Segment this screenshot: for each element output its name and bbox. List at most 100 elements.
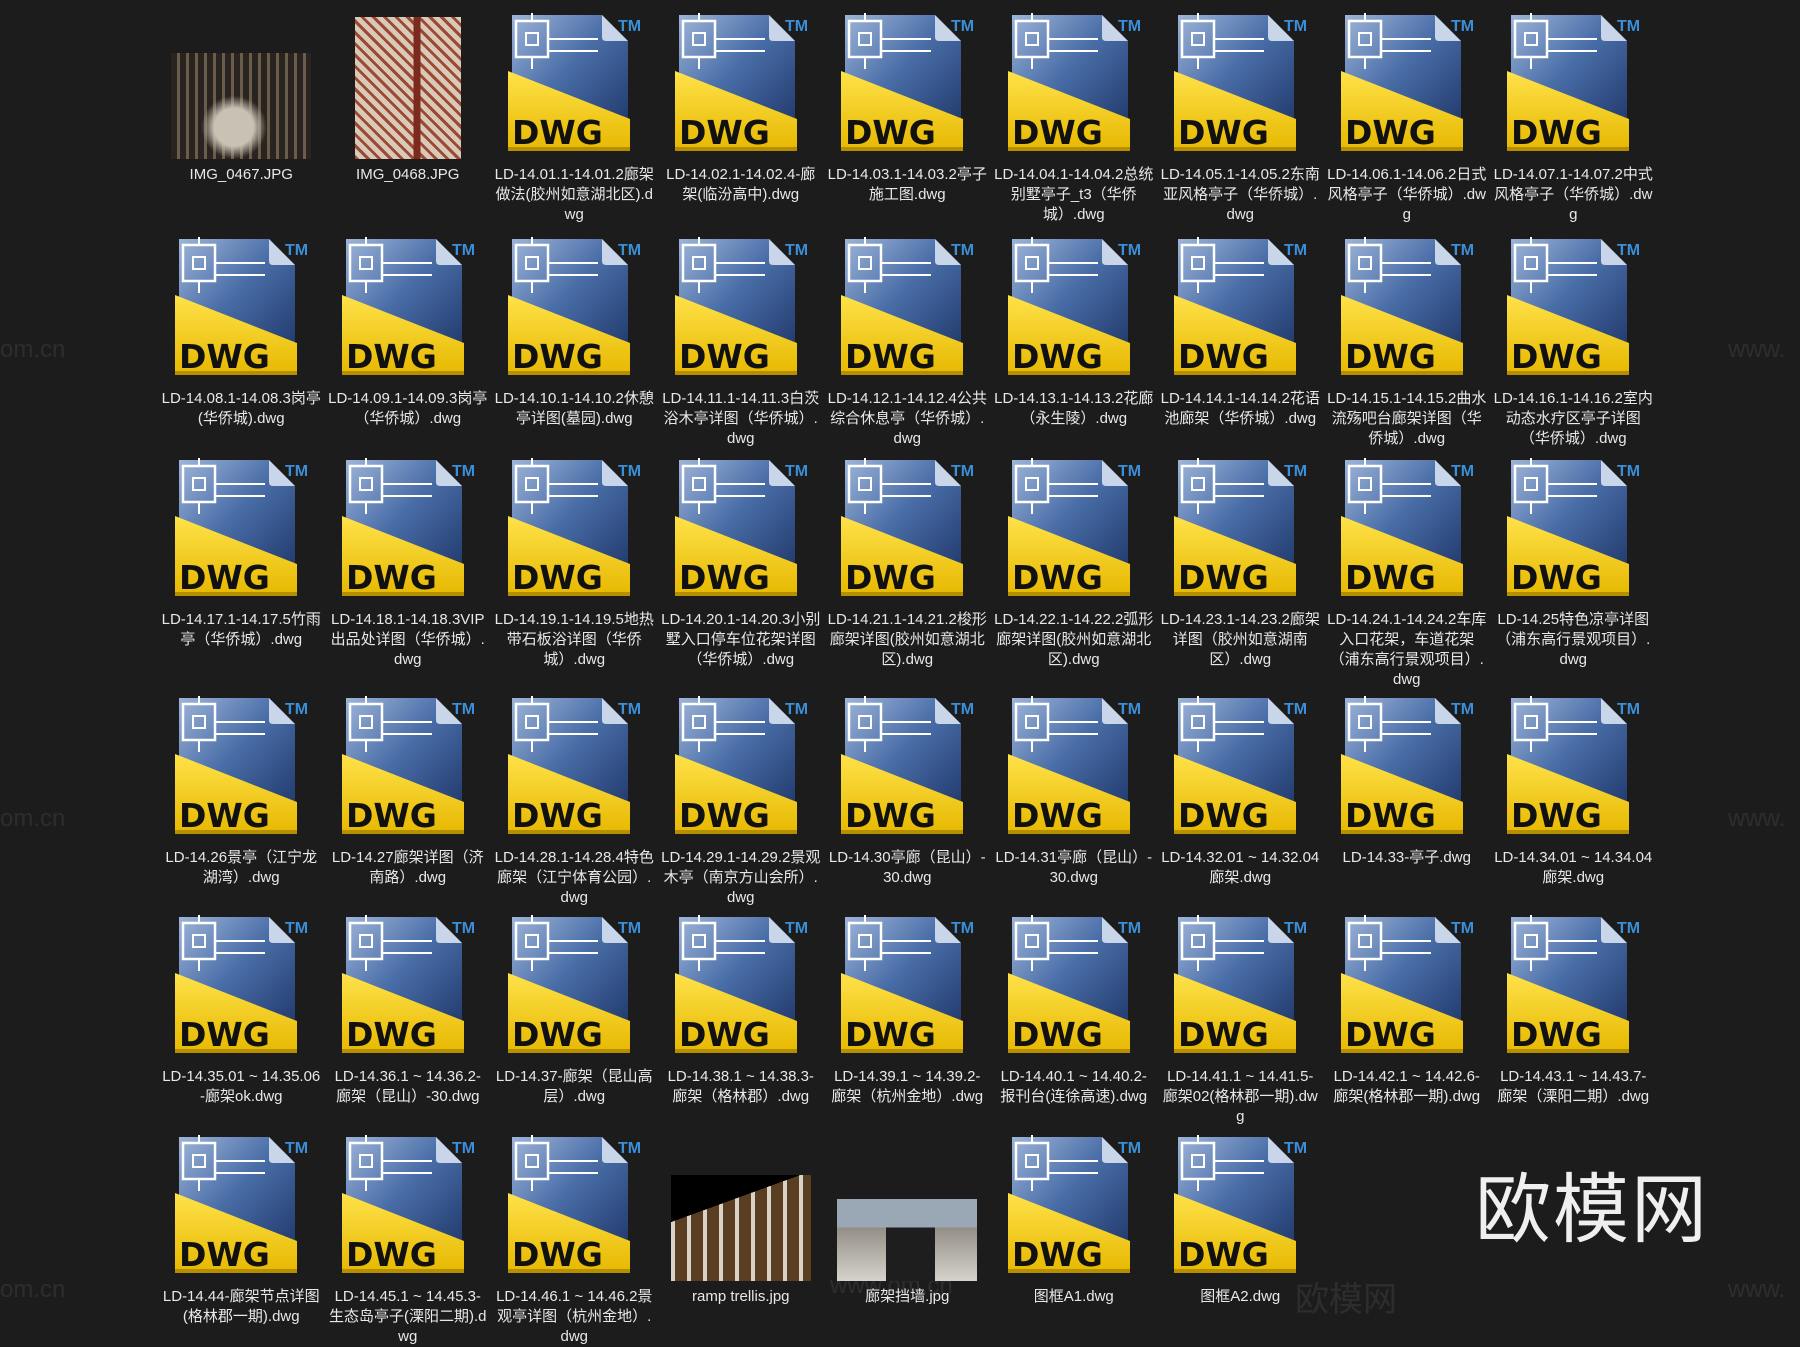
file-name-label[interactable]: LD-14.02.1-14.02.4-廊架(临汾高中).dwg (661, 165, 821, 205)
file-thumbnail[interactable]: TM DWG (504, 11, 644, 161)
dwg-file-item[interactable]: TM DWG LD-14.45.1 ~ 14.45.3-生态岛亭子(溧阳二期).… (325, 1133, 492, 1347)
dwg-file-item[interactable]: TM DWG LD-14.26景亭（江宁龙湖湾）.dwg (158, 694, 325, 913)
file-name-label[interactable]: LD-14.25特色凉亭详图（浦东高行景观项目）.dwg (1493, 610, 1653, 670)
file-thumbnail[interactable]: TM DWG (1004, 1133, 1144, 1283)
file-name-label[interactable]: LD-14.08.1-14.08.3岗亭(华侨城).dwg (161, 389, 321, 429)
dwg-file-item[interactable]: TM DWG 图框A1.dwg (991, 1133, 1158, 1347)
dwg-file-item[interactable]: TM DWG LD-14.18.1-14.18.3VIP出品处详图（华侨城）.d… (325, 456, 492, 694)
file-thumbnail[interactable]: TM DWG (1503, 913, 1643, 1063)
file-thumbnail[interactable]: TM DWG (338, 235, 478, 385)
file-thumbnail[interactable]: TM DWG (671, 456, 811, 606)
file-name-label[interactable]: LD-14.40.1 ~ 14.40.2-报刊台(连徐高速).dwg (994, 1067, 1154, 1107)
file-name-label[interactable]: LD-14.12.1-14.12.4公共综合休息亭（华侨城）.dwg (827, 389, 987, 449)
file-thumbnail[interactable]: TM DWG (1337, 694, 1477, 844)
file-name-label[interactable]: LD-14.22.1-14.22.2弧形廊架详图(胶州如意湖北区).dwg (994, 610, 1154, 670)
file-name-label[interactable]: LD-14.26景亭（江宁龙湖湾）.dwg (161, 848, 321, 888)
image-preview[interactable] (837, 1199, 978, 1281)
file-name-label[interactable]: 图框A2.dwg (1160, 1287, 1320, 1307)
file-name-label[interactable]: 图框A1.dwg (994, 1287, 1154, 1307)
file-thumbnail[interactable] (171, 11, 312, 161)
file-name-label[interactable]: LD-14.32.01 ~ 14.32.04廊架.dwg (1160, 848, 1320, 888)
file-name-label[interactable]: LD-14.29.1-14.29.2景观木亭（南京方山会所）.dwg (661, 848, 821, 908)
dwg-file-item[interactable]: TM DWG LD-14.29.1-14.29.2景观木亭（南京方山会所）.dw… (658, 694, 825, 913)
dwg-file-item[interactable]: TM DWG LD-14.14.1-14.14.2花语池廊架（华侨城）.dwg (1157, 235, 1324, 456)
file-thumbnail[interactable] (338, 11, 478, 161)
file-thumbnail[interactable]: TM DWG (1503, 11, 1643, 161)
file-name-label[interactable]: LD-14.17.1-14.17.5竹雨亭（华侨城）.dwg (161, 610, 321, 650)
file-name-label[interactable]: LD-14.31亭廊（昆山）-30.dwg (994, 848, 1154, 888)
file-name-label[interactable]: IMG_0468.JPG (328, 165, 488, 185)
file-thumbnail[interactable]: TM DWG (1004, 694, 1144, 844)
dwg-file-item[interactable]: TM DWG LD-14.36.1 ~ 14.36.2-廊架（昆山）-30.dw… (325, 913, 492, 1133)
dwg-file-item[interactable]: TM DWG LD-14.33-亭子.dwg (1324, 694, 1491, 913)
dwg-file-item[interactable]: TM DWG LD-14.37-廊架（昆山高层）.dwg (491, 913, 658, 1133)
dwg-file-item[interactable]: TM DWG LD-14.02.1-14.02.4-廊架(临汾高中).dwg (658, 11, 825, 235)
dwg-file-item[interactable]: TM DWG LD-14.32.01 ~ 14.32.04廊架.dwg (1157, 694, 1324, 913)
dwg-file-item[interactable]: TM DWG LD-14.40.1 ~ 14.40.2-报刊台(连徐高速).dw… (991, 913, 1158, 1133)
file-thumbnail[interactable]: TM DWG (338, 694, 478, 844)
dwg-file-item[interactable]: TM DWG LD-14.16.1-14.16.2室内动态水疗区亭子详图（华侨城… (1490, 235, 1657, 456)
file-thumbnail[interactable]: TM DWG (1004, 913, 1144, 1063)
file-name-label[interactable]: LD-14.38.1 ~ 14.38.3-廊架（格林郡）.dwg (661, 1067, 821, 1107)
file-thumbnail[interactable]: TM DWG (504, 235, 644, 385)
image-file-item[interactable]: 廊架挡墙.jpg (824, 1133, 991, 1347)
file-thumbnail[interactable]: TM DWG (837, 694, 977, 844)
file-name-label[interactable]: LD-14.10.1-14.10.2休憩亭详图(墓园).dwg (494, 389, 654, 429)
file-thumbnail[interactable]: TM DWG (1337, 235, 1477, 385)
file-name-label[interactable]: LD-14.06.1-14.06.2日式风格亭子（华侨城）.dwg (1327, 165, 1487, 225)
file-name-label[interactable]: IMG_0467.JPG (161, 165, 321, 185)
file-name-label[interactable]: LD-14.23.1-14.23.2廊架详图（胶州如意湖南区）.dwg (1160, 610, 1320, 670)
file-name-label[interactable]: LD-14.09.1-14.09.3岗亭（华侨城）.dwg (328, 389, 488, 429)
dwg-file-item[interactable]: TM DWG 图框A2.dwg (1157, 1133, 1324, 1347)
file-thumbnail[interactable]: TM DWG (171, 456, 311, 606)
file-name-label[interactable]: LD-14.42.1 ~ 14.42.6-廊架(格林郡一期).dwg (1327, 1067, 1487, 1107)
file-name-label[interactable]: LD-14.45.1 ~ 14.45.3-生态岛亭子(溧阳二期).dwg (328, 1287, 488, 1347)
dwg-file-item[interactable]: TM DWG LD-14.05.1-14.05.2东南亚风格亭子（华侨城）.dw… (1157, 11, 1324, 235)
file-thumbnail[interactable]: TM DWG (1170, 11, 1310, 161)
file-thumbnail[interactable]: TM DWG (504, 694, 644, 844)
file-name-label[interactable]: LD-14.24.1-14.24.2车库入口花架，车道花架（浦东高行景观项目）.… (1327, 610, 1487, 690)
file-thumbnail[interactable]: TM DWG (671, 235, 811, 385)
file-thumbnail[interactable]: TM DWG (338, 456, 478, 606)
dwg-file-item[interactable]: TM DWG LD-14.03.1-14.03.2亭子施工图.dwg (824, 11, 991, 235)
dwg-file-item[interactable]: TM DWG LD-14.11.1-14.11.3白茨浴木亭详图（华侨城）.dw… (658, 235, 825, 456)
file-thumbnail[interactable]: TM DWG (171, 235, 311, 385)
file-name-label[interactable]: LD-14.46.1 ~ 14.46.2景观亭详图（杭州金地）.dwg (494, 1287, 654, 1347)
file-thumbnail[interactable]: TM DWG (171, 913, 311, 1063)
dwg-file-item[interactable]: TM DWG LD-14.08.1-14.08.3岗亭(华侨城).dwg (158, 235, 325, 456)
dwg-file-item[interactable]: TM DWG LD-14.46.1 ~ 14.46.2景观亭详图（杭州金地）.d… (491, 1133, 658, 1347)
file-thumbnail[interactable]: TM DWG (338, 1133, 478, 1283)
dwg-file-item[interactable]: TM DWG LD-14.15.1-14.15.2曲水流殇吧台廊架详图（华侨城）… (1324, 235, 1491, 456)
file-name-label[interactable]: LD-14.27廊架详图（济南路）.dwg (328, 848, 488, 888)
file-name-label[interactable]: LD-14.30亭廊（昆山）-30.dwg (827, 848, 987, 888)
file-name-label[interactable]: LD-14.36.1 ~ 14.36.2-廊架（昆山）-30.dwg (328, 1067, 488, 1107)
file-thumbnail[interactable]: TM DWG (1503, 694, 1643, 844)
dwg-file-item[interactable]: TM DWG LD-14.17.1-14.17.5竹雨亭（华侨城）.dwg (158, 456, 325, 694)
dwg-file-item[interactable]: TM DWG LD-14.30亭廊（昆山）-30.dwg (824, 694, 991, 913)
dwg-file-item[interactable]: TM DWG LD-14.10.1-14.10.2休憩亭详图(墓园).dwg (491, 235, 658, 456)
dwg-file-item[interactable]: TM DWG LD-14.21.1-14.21.2梭形廊架详图(胶州如意湖北区)… (824, 456, 991, 694)
dwg-file-item[interactable]: TM DWG LD-14.23.1-14.23.2廊架详图（胶州如意湖南区）.d… (1157, 456, 1324, 694)
dwg-file-item[interactable]: TM DWG LD-14.39.1 ~ 14.39.2-廊架（杭州金地）.dwg (824, 913, 991, 1133)
file-name-label[interactable]: LD-14.41.1 ~ 14.41.5-廊架02(格林郡一期).dwg (1160, 1067, 1320, 1127)
file-thumbnail[interactable] (670, 1133, 811, 1283)
file-thumbnail[interactable]: TM DWG (837, 456, 977, 606)
dwg-file-item[interactable]: TM DWG LD-14.12.1-14.12.4公共综合休息亭（华侨城）.dw… (824, 235, 991, 456)
file-thumbnail[interactable]: TM DWG (1337, 456, 1477, 606)
file-name-label[interactable]: LD-14.11.1-14.11.3白茨浴木亭详图（华侨城）.dwg (661, 389, 821, 449)
dwg-file-item[interactable]: TM DWG LD-14.44-廊架节点详图(格林郡一期).dwg (158, 1133, 325, 1347)
dwg-file-item[interactable]: TM DWG LD-14.43.1 ~ 14.43.7-廊架（溧阳二期）.dwg (1490, 913, 1657, 1133)
dwg-file-item[interactable]: TM DWG LD-14.01.1-14.01.2廊架做法(胶州如意湖北区).d… (491, 11, 658, 235)
file-thumbnail[interactable]: TM DWG (171, 694, 311, 844)
file-name-label[interactable]: LD-14.16.1-14.16.2室内动态水疗区亭子详图（华侨城）.dwg (1493, 389, 1653, 449)
file-thumbnail[interactable]: TM DWG (671, 694, 811, 844)
dwg-file-item[interactable]: TM DWG LD-14.13.1-14.13.2花廊（永生陵）.dwg (991, 235, 1158, 456)
file-thumbnail[interactable]: TM DWG (1503, 235, 1643, 385)
file-name-label[interactable]: LD-14.04.1-14.04.2总统别墅亭子_t3（华侨城）.dwg (994, 165, 1154, 225)
file-name-label[interactable]: LD-14.28.1-14.28.4特色廊架（江宁体育公园）.dwg (494, 848, 654, 908)
image-preview[interactable] (171, 53, 312, 159)
file-thumbnail[interactable]: TM DWG (1503, 456, 1643, 606)
file-name-label[interactable]: LD-14.05.1-14.05.2东南亚风格亭子（华侨城）.dwg (1160, 165, 1320, 225)
file-name-label[interactable]: LD-14.03.1-14.03.2亭子施工图.dwg (827, 165, 987, 205)
image-file-item[interactable]: IMG_0468.JPG (325, 11, 492, 235)
